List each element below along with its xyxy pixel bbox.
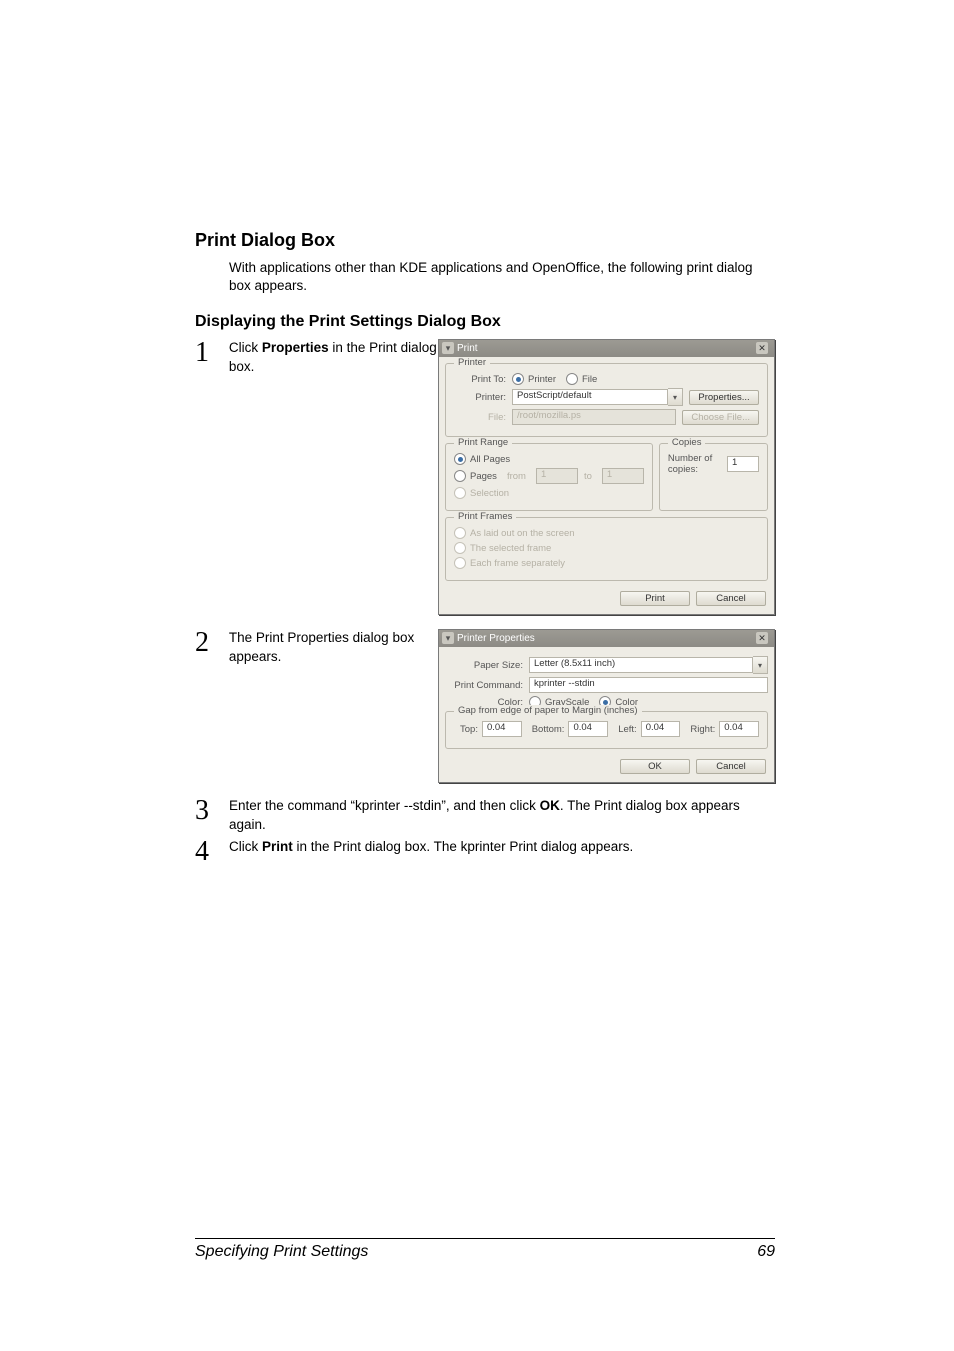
print-range-group: Print Range All Pages Pages from 1	[445, 443, 653, 511]
all-pages-radio[interactable]	[454, 453, 466, 465]
top-input[interactable]: 0.04	[482, 721, 522, 737]
window-menu-icon[interactable]: ▾	[442, 632, 454, 644]
file-radio-label: File	[582, 374, 597, 385]
pages-from-input: 1	[536, 468, 578, 484]
document-page: Print Dialog Box With applications other…	[0, 0, 954, 1351]
paper-size-label: Paper Size:	[445, 660, 523, 671]
file-input: /root/mozilla.ps	[512, 409, 676, 425]
copies-group: Copies Number of copies: 1	[659, 443, 768, 511]
step-2-text: The Print Properties dialog box appears.	[229, 629, 438, 665]
selection-label: Selection	[470, 488, 509, 499]
step-1-text: Click Properties in the Print dialog box…	[229, 339, 438, 375]
ok-button[interactable]: OK	[620, 759, 690, 774]
frame-selected-radio	[454, 542, 466, 554]
left-label: Left:	[618, 724, 637, 735]
left-input[interactable]: 0.04	[641, 721, 681, 737]
step-3-pre: Enter the command “kprinter --stdin”, an…	[229, 798, 540, 813]
step-2: 2 The Print Properties dialog box appear…	[195, 629, 775, 783]
chevron-down-icon[interactable]: ▾	[753, 656, 768, 674]
close-icon[interactable]: ✕	[756, 342, 768, 354]
step-4-post: in the Print dialog box. The kprinter Pr…	[293, 839, 633, 854]
printer-radio-label: Printer	[528, 374, 556, 385]
step-number: 2	[195, 629, 229, 657]
printer-radio[interactable]	[512, 373, 524, 385]
frame-aslaid-radio	[454, 527, 466, 539]
pages-label: Pages	[470, 471, 497, 482]
from-label: from	[507, 471, 526, 482]
step-4-bold: Print	[262, 839, 293, 854]
selection-radio	[454, 487, 466, 499]
print-to-label: Print To:	[454, 374, 506, 385]
step-number: 1	[195, 339, 229, 367]
right-label: Right:	[690, 724, 715, 735]
step-1-bold: Properties	[262, 340, 329, 355]
pages-to-input: 1	[602, 468, 644, 484]
footer-label: Specifying Print Settings	[195, 1243, 368, 1261]
print-frames-title: Print Frames	[454, 511, 516, 522]
print-dialog-titlebar: ▾ Print ✕	[439, 340, 774, 357]
choose-file-button: Choose File...	[682, 410, 759, 425]
frame-each-radio	[454, 557, 466, 569]
frame-each-label: Each frame separately	[470, 558, 565, 569]
print-dialog-title: Print	[457, 343, 478, 354]
printer-properties-titlebar: ▾ Printer Properties ✕	[439, 630, 774, 647]
properties-button[interactable]: Properties...	[689, 390, 759, 405]
all-pages-label: All Pages	[470, 454, 510, 465]
window-menu-icon[interactable]: ▾	[442, 342, 454, 354]
frame-aslaid-label: As laid out on the screen	[470, 528, 575, 539]
cancel-button[interactable]: Cancel	[696, 759, 766, 774]
step-4-pre: Click	[229, 839, 262, 854]
step-1-image: ▾ Print ✕ Printer Print To: Printer	[438, 339, 775, 615]
printer-group: Printer Print To: Printer File Printer: …	[445, 363, 768, 437]
printer-select[interactable]: PostScript/default	[512, 389, 668, 405]
paper-size-select[interactable]: Letter (8.5x11 inch)	[529, 657, 753, 673]
step-4: 4 Click Print in the Print dialog box. T…	[195, 838, 775, 866]
step-number: 4	[195, 838, 229, 866]
print-command-label: Print Command:	[445, 680, 523, 691]
print-frames-group: Print Frames As laid out on the screen T…	[445, 517, 768, 581]
step-number: 3	[195, 797, 229, 825]
print-range-title: Print Range	[454, 437, 512, 448]
copies-title: Copies	[668, 437, 706, 448]
pages-radio[interactable]	[454, 470, 466, 482]
file-label: File:	[454, 412, 506, 423]
page-number: 69	[757, 1243, 775, 1261]
to-label: to	[584, 471, 592, 482]
copies-label: Number of copies:	[668, 453, 721, 475]
bottom-label: Bottom:	[532, 724, 565, 735]
gap-group-title: Gap from edge of paper to Margin (inches…	[454, 705, 642, 716]
step-3-bold: OK	[540, 798, 560, 813]
copies-input[interactable]: 1	[727, 456, 759, 472]
cancel-button[interactable]: Cancel	[696, 591, 766, 606]
gap-group: Gap from edge of paper to Margin (inches…	[445, 711, 768, 749]
printer-group-title: Printer	[454, 357, 490, 368]
printer-properties-dialog: ▾ Printer Properties ✕ Paper Size: Lette…	[438, 629, 775, 783]
right-input[interactable]: 0.04	[719, 721, 759, 737]
close-icon[interactable]: ✕	[756, 632, 768, 644]
printer-label: Printer:	[454, 392, 506, 403]
step-2-body: The Print Properties dialog box appears.	[229, 630, 414, 663]
print-dialog: ▾ Print ✕ Printer Print To: Printer	[438, 339, 775, 615]
printer-properties-title: Printer Properties	[457, 633, 535, 644]
print-button[interactable]: Print	[620, 591, 690, 606]
print-command-input[interactable]: kprinter --stdin	[529, 677, 768, 693]
file-radio[interactable]	[566, 373, 578, 385]
bottom-input[interactable]: 0.04	[568, 721, 608, 737]
section-body: With applications other than KDE applica…	[229, 259, 775, 295]
section-title: Print Dialog Box	[195, 230, 775, 251]
step-1-pre: Click	[229, 340, 262, 355]
step-3: 3 Enter the command “kprinter --stdin”, …	[195, 797, 775, 833]
step-2-image: ▾ Printer Properties ✕ Paper Size: Lette…	[438, 629, 775, 783]
page-footer: Specifying Print Settings 69	[195, 1238, 775, 1261]
content-area: Print Dialog Box With applications other…	[195, 230, 775, 866]
subsection-title: Displaying the Print Settings Dialog Box	[195, 313, 775, 331]
chevron-down-icon[interactable]: ▾	[668, 388, 683, 406]
frame-selected-label: The selected frame	[470, 543, 551, 554]
top-label: Top:	[460, 724, 478, 735]
step-1: 1 Click Properties in the Print dialog b…	[195, 339, 775, 615]
